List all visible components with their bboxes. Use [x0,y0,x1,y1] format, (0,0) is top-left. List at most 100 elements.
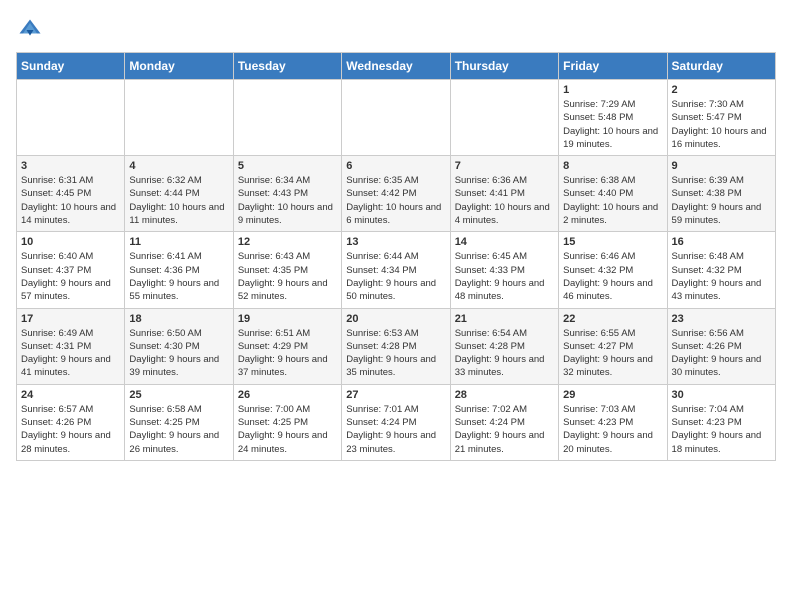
day-info: Sunrise: 6:54 AM Sunset: 4:28 PM Dayligh… [455,327,554,380]
day-info: Sunrise: 6:51 AM Sunset: 4:29 PM Dayligh… [238,327,337,380]
calendar-table: SundayMondayTuesdayWednesdayThursdayFrid… [16,52,776,461]
day-number: 7 [455,160,554,172]
day-number: 15 [563,236,662,248]
day-number: 29 [563,389,662,401]
day-info: Sunrise: 6:38 AM Sunset: 4:40 PM Dayligh… [563,174,662,227]
day-cell: 2 Sunrise: 7:30 AM Sunset: 5:47 PM Daylig… [667,80,775,156]
day-info: Sunrise: 6:55 AM Sunset: 4:27 PM Dayligh… [563,327,662,380]
day-number: 9 [672,160,771,172]
day-info: Sunrise: 6:57 AM Sunset: 4:26 PM Dayligh… [21,403,120,456]
day-info: Sunrise: 6:45 AM Sunset: 4:33 PM Dayligh… [455,250,554,303]
day-info: Sunrise: 6:56 AM Sunset: 4:26 PM Dayligh… [672,327,771,380]
day-number: 8 [563,160,662,172]
week-row-4: 17 Sunrise: 6:49 AM Sunset: 4:31 PM Dayli… [17,308,776,384]
day-number: 25 [129,389,228,401]
day-cell: 24 Sunrise: 6:57 AM Sunset: 4:26 PM Dayli… [17,384,125,460]
day-info: Sunrise: 6:46 AM Sunset: 4:32 PM Dayligh… [563,250,662,303]
day-number: 11 [129,236,228,248]
day-info: Sunrise: 6:53 AM Sunset: 4:28 PM Dayligh… [346,327,445,380]
day-cell: 20 Sunrise: 6:53 AM Sunset: 4:28 PM Dayli… [342,308,450,384]
day-info: Sunrise: 6:34 AM Sunset: 4:43 PM Dayligh… [238,174,337,227]
day-info: Sunrise: 6:40 AM Sunset: 4:37 PM Dayligh… [21,250,120,303]
day-info: Sunrise: 7:29 AM Sunset: 5:48 PM Dayligh… [563,98,662,151]
header-cell-thursday: Thursday [450,53,558,80]
day-info: Sunrise: 7:03 AM Sunset: 4:23 PM Dayligh… [563,403,662,456]
day-number: 18 [129,313,228,325]
day-number: 23 [672,313,771,325]
day-cell: 7 Sunrise: 6:36 AM Sunset: 4:41 PM Daylig… [450,156,558,232]
day-cell [233,80,341,156]
day-info: Sunrise: 7:30 AM Sunset: 5:47 PM Dayligh… [672,98,771,151]
day-cell: 15 Sunrise: 6:46 AM Sunset: 4:32 PM Dayli… [559,232,667,308]
day-cell: 25 Sunrise: 6:58 AM Sunset: 4:25 PM Dayli… [125,384,233,460]
day-info: Sunrise: 6:31 AM Sunset: 4:45 PM Dayligh… [21,174,120,227]
day-info: Sunrise: 7:01 AM Sunset: 4:24 PM Dayligh… [346,403,445,456]
day-number: 27 [346,389,445,401]
day-cell: 11Sunrise: 6:41 AM Sunset: 4:36 PM Dayli… [125,232,233,308]
day-number: 21 [455,313,554,325]
day-info: Sunrise: 6:44 AM Sunset: 4:34 PM Dayligh… [346,250,445,303]
day-cell: 3 Sunrise: 6:31 AM Sunset: 4:45 PM Daylig… [17,156,125,232]
day-number: 24 [21,389,120,401]
day-info: Sunrise: 6:32 AM Sunset: 4:44 PM Dayligh… [129,174,228,227]
day-cell: 6 Sunrise: 6:35 AM Sunset: 4:42 PM Daylig… [342,156,450,232]
day-info: Sunrise: 7:00 AM Sunset: 4:25 PM Dayligh… [238,403,337,456]
day-number: 17 [21,313,120,325]
day-cell: 9 Sunrise: 6:39 AM Sunset: 4:38 PM Daylig… [667,156,775,232]
day-info: Sunrise: 6:43 AM Sunset: 4:35 PM Dayligh… [238,250,337,303]
header-cell-friday: Friday [559,53,667,80]
day-cell: 17 Sunrise: 6:49 AM Sunset: 4:31 PM Dayli… [17,308,125,384]
day-info: Sunrise: 6:48 AM Sunset: 4:32 PM Dayligh… [672,250,771,303]
day-cell: 21 Sunrise: 6:54 AM Sunset: 4:28 PM Dayli… [450,308,558,384]
day-cell: 27 Sunrise: 7:01 AM Sunset: 4:24 PM Dayli… [342,384,450,460]
week-row-1: 1 Sunrise: 7:29 AM Sunset: 5:48 PM Daylig… [17,80,776,156]
calendar-body: 1 Sunrise: 7:29 AM Sunset: 5:48 PM Daylig… [17,80,776,461]
day-cell: 8 Sunrise: 6:38 AM Sunset: 4:40 PM Daylig… [559,156,667,232]
day-cell: 5 Sunrise: 6:34 AM Sunset: 4:43 PM Daylig… [233,156,341,232]
day-number: 1 [563,84,662,96]
day-number: 20 [346,313,445,325]
day-cell: 4Sunrise: 6:32 AM Sunset: 4:44 PM Daylig… [125,156,233,232]
week-row-5: 24 Sunrise: 6:57 AM Sunset: 4:26 PM Dayli… [17,384,776,460]
day-number: 22 [563,313,662,325]
day-number: 6 [346,160,445,172]
day-cell: 1 Sunrise: 7:29 AM Sunset: 5:48 PM Daylig… [559,80,667,156]
day-cell [342,80,450,156]
header-cell-sunday: Sunday [17,53,125,80]
day-cell: 28Sunrise: 7:02 AM Sunset: 4:24 PM Dayli… [450,384,558,460]
day-info: Sunrise: 6:50 AM Sunset: 4:30 PM Dayligh… [129,327,228,380]
day-number: 10 [21,236,120,248]
header-cell-wednesday: Wednesday [342,53,450,80]
week-row-3: 10 Sunrise: 6:40 AM Sunset: 4:37 PM Dayli… [17,232,776,308]
week-row-2: 3 Sunrise: 6:31 AM Sunset: 4:45 PM Daylig… [17,156,776,232]
day-info: Sunrise: 6:35 AM Sunset: 4:42 PM Dayligh… [346,174,445,227]
day-info: Sunrise: 6:39 AM Sunset: 4:38 PM Dayligh… [672,174,771,227]
day-cell: 29 Sunrise: 7:03 AM Sunset: 4:23 PM Dayli… [559,384,667,460]
header [16,16,776,44]
day-number: 14 [455,236,554,248]
day-number: 13 [346,236,445,248]
day-number: 16 [672,236,771,248]
day-cell: 13 Sunrise: 6:44 AM Sunset: 4:34 PM Dayli… [342,232,450,308]
day-number: 3 [21,160,120,172]
day-cell: 30Sunrise: 7:04 AM Sunset: 4:23 PM Dayli… [667,384,775,460]
day-cell: 16 Sunrise: 6:48 AM Sunset: 4:32 PM Dayli… [667,232,775,308]
day-number: 26 [238,389,337,401]
day-info: Sunrise: 6:36 AM Sunset: 4:41 PM Dayligh… [455,174,554,227]
header-cell-saturday: Saturday [667,53,775,80]
day-cell: 19 Sunrise: 6:51 AM Sunset: 4:29 PM Dayli… [233,308,341,384]
day-cell: 14 Sunrise: 6:45 AM Sunset: 4:33 PM Dayli… [450,232,558,308]
day-info: Sunrise: 6:49 AM Sunset: 4:31 PM Dayligh… [21,327,120,380]
logo-icon [16,16,44,44]
day-info: Sunrise: 6:58 AM Sunset: 4:25 PM Dayligh… [129,403,228,456]
day-cell [450,80,558,156]
day-cell [17,80,125,156]
day-number: 12 [238,236,337,248]
day-cell: 12 Sunrise: 6:43 AM Sunset: 4:35 PM Dayli… [233,232,341,308]
day-number: 30 [672,389,771,401]
logo [16,16,48,44]
day-number: 19 [238,313,337,325]
calendar-header-row: SundayMondayTuesdayWednesdayThursdayFrid… [17,53,776,80]
day-number: 5 [238,160,337,172]
day-number: 2 [672,84,771,96]
